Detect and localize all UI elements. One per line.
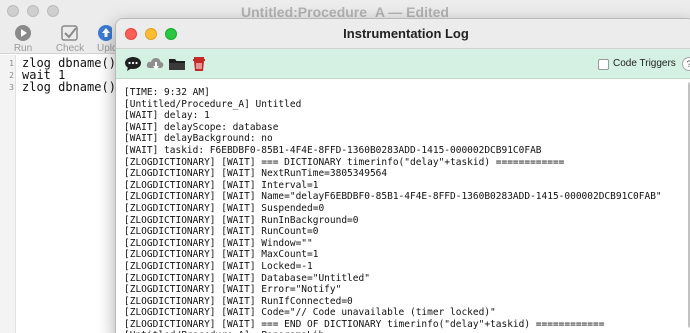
line-number: 1 <box>9 59 14 68</box>
upload-label: Uplo <box>97 43 116 54</box>
folder-icon[interactable] <box>168 56 186 72</box>
code-triggers-label: Code Triggers <box>613 58 676 69</box>
check-label: Check <box>55 43 85 54</box>
log-line: [ZLOGDICTIONARY] [WAIT] MaxCount=1 <box>124 249 319 261</box>
upload-button[interactable]: Uplo <box>88 24 116 54</box>
log-line: [ZLOGDICTIONARY] [WAIT] RunCount=0 <box>124 226 319 238</box>
check-icon <box>61 25 78 41</box>
log-line: [ZLOGDICTIONARY] [WAIT] Suspended=0 <box>124 202 325 214</box>
log-line: [ZLOGDICTIONARY] [WAIT] RunInBackground=… <box>124 214 359 226</box>
log-line: [ZLOGDICTIONARY] [WAIT] Code="// Code un… <box>124 307 496 319</box>
log-lines: [TIME: 9:32 AM] [Untitled/Procedure_A] Un… <box>124 87 662 333</box>
run-button[interactable]: Run <box>3 24 43 54</box>
log-line: [ZLOGDICTIONARY] [WAIT] Error="Notify" <box>124 284 342 296</box>
log-output[interactable]: [TIME: 9:32 AM] [Untitled/Procedure_A] Un… <box>116 80 690 333</box>
log-line: [ZLOGDICTIONARY] [WAIT] Database="Untitl… <box>124 272 370 284</box>
log-toolbar: Code Triggers ? <box>116 49 690 79</box>
instrumentation-log-window: Instrumentation Log Code Triggers [TIME:… <box>115 18 690 333</box>
log-line: [ZLOGDICTIONARY] [WAIT] Window="" <box>124 237 313 249</box>
code-triggers-checkbox[interactable] <box>598 59 609 70</box>
log-line: [WAIT] delayBackground: no <box>124 133 273 145</box>
log-line: [ZLOGDICTIONARY] [WAIT] Locked=-1 <box>124 260 313 272</box>
line-number: 2 <box>9 71 14 80</box>
log-line: [ZLOGDICTIONARY] [WAIT] Name="delayF6EBD… <box>124 191 662 203</box>
help-icon[interactable]: ? <box>682 57 690 71</box>
line-number-gutter: 1 2 3 <box>0 55 16 333</box>
cloud-download-icon[interactable] <box>146 56 164 72</box>
log-line: [ZLOGDICTIONARY] [WAIT] Interval=1 <box>124 179 319 191</box>
log-window-title: Instrumentation Log <box>343 26 469 41</box>
log-line: [ZLOGDICTIONARY] [WAIT] NextRunTime=3805… <box>124 168 388 180</box>
check-button[interactable]: Check <box>50 24 90 54</box>
log-titlebar: Instrumentation Log <box>116 19 690 49</box>
code-line[interactable]: zlog dbname() <box>22 80 116 94</box>
trash-icon[interactable] <box>190 56 208 72</box>
line-number: 3 <box>9 83 14 92</box>
play-icon <box>15 25 31 41</box>
chat-bubble-icon[interactable] <box>124 56 142 72</box>
log-line: [ZLOGDICTIONARY] [WAIT] === END OF DICTI… <box>124 318 605 330</box>
upload-icon <box>98 25 112 41</box>
log-line: [ZLOGDICTIONARY] [WAIT] RunIfConnected=0 <box>124 295 353 307</box>
run-label: Run <box>13 43 33 54</box>
log-line: [WAIT] delayScope: database <box>124 121 279 133</box>
log-line: [WAIT] delay: 1 <box>124 110 210 122</box>
log-line: [TIME: 9:32 AM] <box>124 87 210 98</box>
log-line: [ZLOGDICTIONARY] [WAIT] === DICTIONARY t… <box>124 156 565 168</box>
log-line: [WAIT] taskid: F6EBDBF0-85B1-4F4E-8FFD-1… <box>124 144 542 156</box>
log-line: [Untitled/Procedure_A] Untitled <box>124 98 302 110</box>
